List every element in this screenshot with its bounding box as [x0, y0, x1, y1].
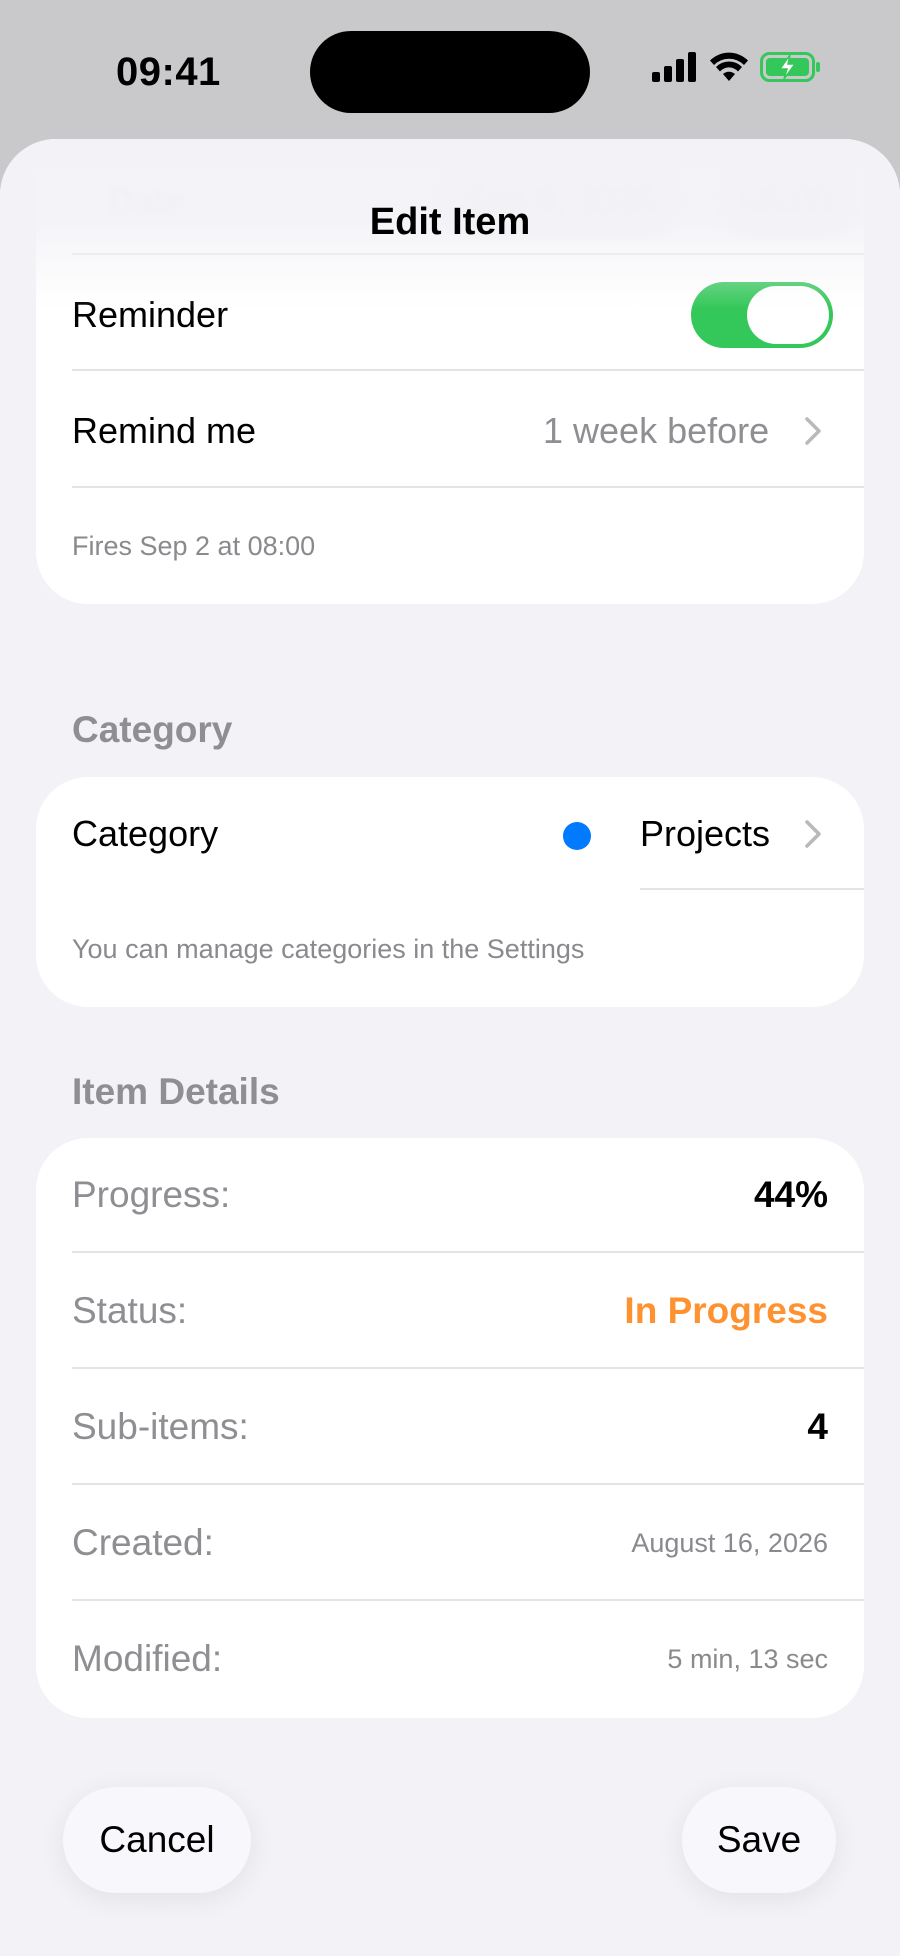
chevron-right-icon	[805, 820, 821, 848]
category-card: Category Projects You can manage categor…	[36, 777, 864, 1007]
separator	[72, 1251, 864, 1253]
item-details-card: Progress: 44% Status: In Progress Sub-it…	[36, 1138, 864, 1718]
separator	[72, 1367, 864, 1369]
status-time: 09:41	[116, 50, 221, 94]
category-section-header: Category	[72, 709, 233, 750]
cellular-signal-icon	[652, 52, 696, 82]
status-label: Status:	[72, 1290, 188, 1331]
status-icons	[652, 52, 822, 82]
fires-note: Fires Sep 2 at 08:00	[72, 531, 316, 561]
separator	[72, 369, 864, 371]
remind-me-label: Remind me	[72, 410, 257, 451]
separator	[72, 486, 864, 488]
progress-label: Progress:	[72, 1174, 231, 1215]
separator	[72, 1599, 864, 1601]
created-label: Created:	[72, 1522, 214, 1563]
separator	[72, 253, 864, 255]
reminder-toggle[interactable]	[691, 282, 833, 348]
save-button[interactable]: Save	[682, 1787, 836, 1893]
edit-item-sheet: Edit Item Date Sep 9, 2026 08:00 Reminde…	[0, 139, 900, 1956]
category-footnote: You can manage categories in the Setting…	[72, 934, 585, 964]
category-label: Category	[72, 813, 219, 854]
battery-charging-icon	[760, 52, 820, 82]
wifi-icon	[710, 52, 748, 81]
modified-value: 5 min, 13 sec	[667, 1644, 828, 1674]
separator	[72, 1483, 864, 1485]
created-value: August 16, 2026	[631, 1528, 828, 1558]
category-color-dot	[563, 822, 591, 850]
cancel-button[interactable]: Cancel	[63, 1787, 251, 1893]
item-details-section-header: Item Details	[72, 1071, 280, 1112]
category-value[interactable]: Projects	[640, 813, 770, 855]
sheet-title: Edit Item	[369, 201, 531, 243]
toggle-knob	[747, 286, 829, 344]
chevron-right-icon	[805, 417, 821, 445]
separator	[640, 888, 864, 890]
reminder-label: Reminder	[72, 294, 229, 335]
remind-me-value[interactable]: 1 week before	[543, 410, 769, 452]
dynamic-island	[310, 31, 590, 113]
sub-items-label: Sub-items:	[72, 1406, 249, 1447]
status-bar: 09:41	[0, 0, 900, 140]
status-value: In Progress	[624, 1290, 828, 1331]
sub-items-value: 4	[807, 1406, 828, 1447]
progress-value: 44%	[753, 1174, 828, 1215]
modified-label: Modified:	[72, 1638, 223, 1679]
